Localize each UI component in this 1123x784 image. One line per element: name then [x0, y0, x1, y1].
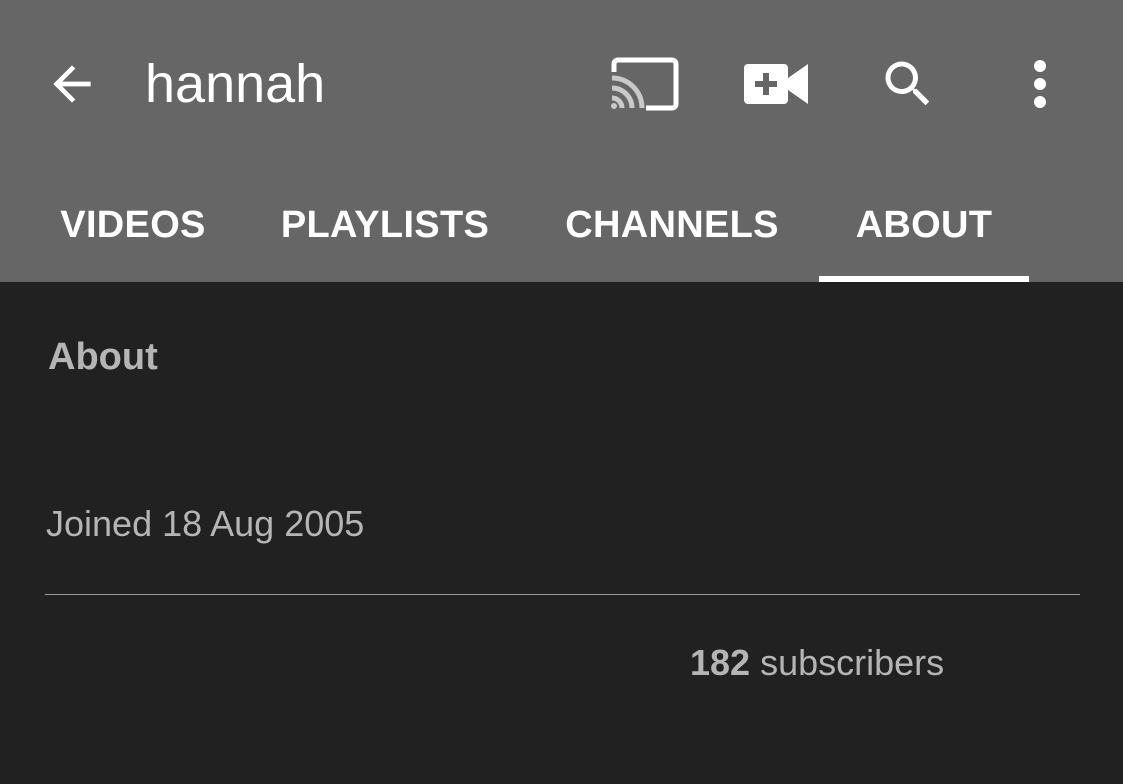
upload-video-button[interactable]: [740, 50, 812, 118]
more-options-button[interactable]: [1004, 50, 1076, 118]
subscriber-count-label: subscribers: [750, 642, 945, 683]
subscriber-count-number: 182: [690, 642, 751, 683]
tab-about[interactable]: ABOUT: [819, 168, 1029, 282]
channel-title: hannah: [145, 54, 326, 114]
search-icon: [885, 61, 930, 106]
channel-tabs: VIDEOS PLAYLISTS CHANNELS ABOUT: [0, 168, 1123, 282]
search-button[interactable]: [872, 50, 944, 118]
tab-channels[interactable]: CHANNELS: [546, 168, 798, 282]
selected-tab-indicator: [819, 276, 1029, 282]
about-heading: About: [48, 336, 158, 378]
tab-playlists[interactable]: PLAYLISTS: [262, 168, 508, 282]
tab-videos[interactable]: VIDEOS: [40, 168, 226, 282]
more-vert-icon: [1034, 60, 1046, 108]
joined-date: Joined 18 Aug 2005: [46, 503, 365, 544]
cast-button[interactable]: [608, 50, 680, 118]
arrow-back-icon: [53, 65, 91, 103]
app-bar: hannah VIDEOS PLAYLISTS CHANNELS ABOUT: [0, 0, 1123, 282]
subscriber-count: 182 subscribers: [690, 642, 944, 684]
divider: [45, 594, 1080, 595]
toolbar: hannah: [0, 0, 1123, 168]
video-upload-icon: [744, 64, 808, 104]
cast-icon: [611, 57, 679, 111]
back-button[interactable]: [38, 50, 106, 118]
